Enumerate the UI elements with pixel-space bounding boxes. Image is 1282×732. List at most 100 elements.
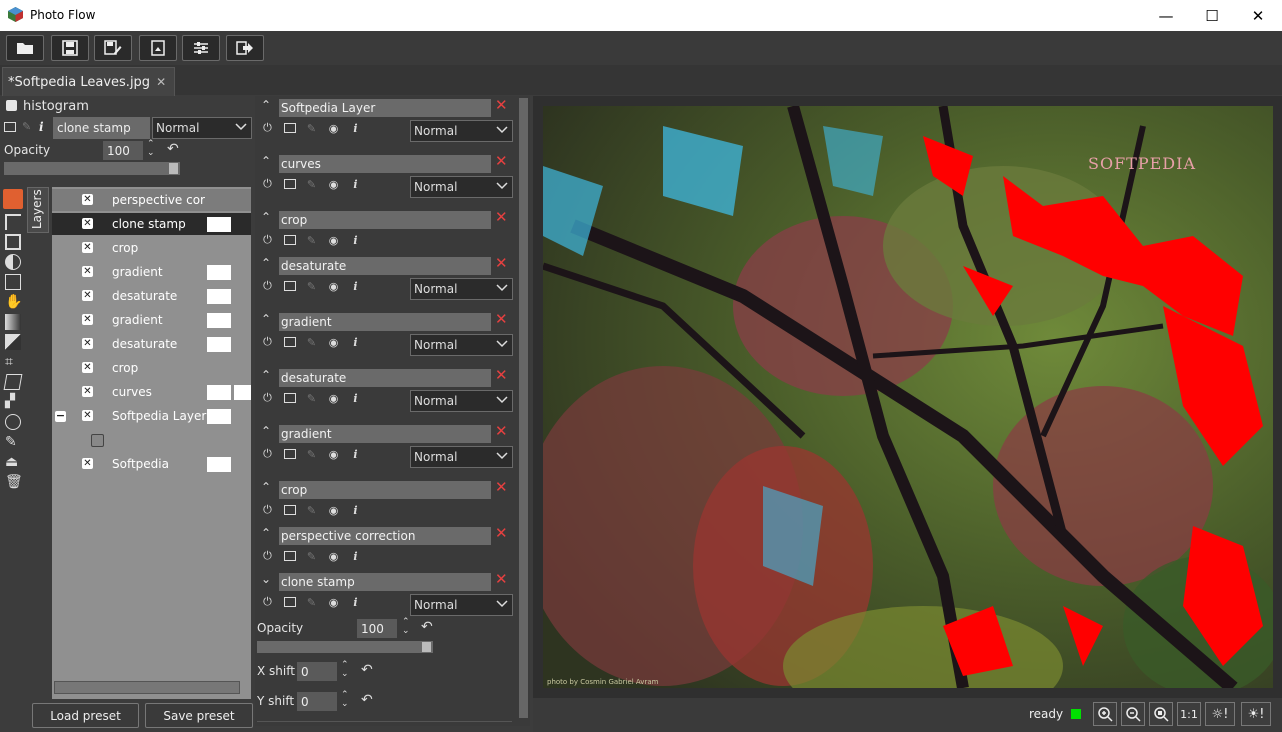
mask-icon[interactable] [283, 336, 296, 349]
visibility-toggle-icon[interactable]: ✕ [82, 458, 93, 469]
layer-settings-title[interactable]: desaturate [279, 257, 491, 275]
mask-icon[interactable] [283, 122, 296, 135]
export-button[interactable] [139, 35, 177, 61]
visibility-toggle-icon[interactable]: ✕ [82, 290, 93, 301]
maximize-button[interactable]: ☐ [1189, 0, 1235, 31]
pin-icon[interactable]: ✎ [305, 336, 318, 349]
list-item[interactable]: ✕ crop [52, 357, 251, 379]
gradient-icon[interactable] [5, 314, 21, 330]
mask-icon[interactable] [283, 504, 296, 517]
clone-opacity-slider[interactable] [257, 641, 433, 653]
mask-icon[interactable] [283, 448, 296, 461]
clone-opacity-spinner[interactable]: ⌃ ⌄ [402, 618, 410, 636]
list-item[interactable]: ✕ gradient [52, 261, 251, 283]
crop-icon[interactable]: ⌗ [5, 354, 21, 370]
power-icon[interactable]: ⏻ [261, 177, 274, 191]
image-icon[interactable] [5, 234, 21, 250]
list-item[interactable]: ✕ perspective cor [52, 189, 251, 211]
save-button[interactable] [51, 35, 89, 61]
yshift-spinner[interactable]: ⌃ ⌄ [341, 691, 349, 709]
list-item[interactable]: ✕ curves [52, 381, 251, 403]
visibility-toggle-icon[interactable]: ✕ [82, 266, 93, 277]
blend-mode-select[interactable]: Normal [410, 594, 513, 616]
layer-settings-title[interactable]: perspective correction [279, 527, 491, 545]
visibility-toggle-icon[interactable]: ✕ [82, 362, 93, 373]
info-icon[interactable]: i [349, 550, 362, 563]
color-picker-icon[interactable]: ✋ [5, 294, 22, 310]
options-icon[interactable]: ◉ [327, 122, 340, 135]
power-icon[interactable]: ⏻ [261, 279, 274, 293]
power-icon[interactable]: ⏻ [261, 391, 274, 405]
brush-icon[interactable]: ▞ [5, 394, 21, 410]
exit-button[interactable] [226, 35, 264, 61]
mask-icon[interactable] [283, 392, 296, 405]
tab-layers[interactable]: Layers [27, 187, 49, 233]
tab-close-icon[interactable]: ✕ [156, 75, 166, 89]
power-icon[interactable]: ⏻ [261, 233, 274, 247]
power-icon[interactable]: ⏻ [261, 595, 274, 609]
remove-layer-icon[interactable]: ✕ [495, 524, 508, 542]
remove-layer-icon[interactable]: ✕ [495, 208, 508, 226]
info-icon[interactable]: i [39, 120, 44, 134]
xshift-input[interactable]: 0 [297, 662, 337, 681]
info-icon[interactable]: i [349, 234, 362, 247]
contrast-icon[interactable] [5, 254, 21, 270]
pin-icon[interactable]: ✎ [305, 504, 318, 517]
trash-icon[interactable]: 🗑 [5, 474, 23, 490]
power-icon[interactable]: ⏻ [261, 447, 274, 461]
blend-mode-select[interactable]: Normal [152, 117, 252, 139]
load-preset-button[interactable]: Load preset [32, 703, 139, 728]
options-icon[interactable]: ◉ [327, 234, 340, 247]
options-icon[interactable]: ◉ [327, 392, 340, 405]
opacity-slider[interactable] [4, 162, 180, 175]
save-as-button[interactable] [94, 35, 132, 61]
options-icon[interactable]: ◉ [327, 504, 340, 517]
clone-opacity-input[interactable]: 100 [357, 619, 397, 638]
layer-settings-title[interactable]: Softpedia Layer [279, 99, 491, 117]
options-icon[interactable]: ◉ [327, 336, 340, 349]
remove-layer-icon[interactable]: ✕ [495, 152, 508, 170]
blend-mode-select[interactable]: Normal [410, 120, 513, 142]
save-preset-button[interactable]: Save preset [145, 703, 253, 728]
pin-icon[interactable]: ✎ [305, 596, 318, 609]
mask-icon[interactable] [283, 178, 296, 191]
photo-canvas[interactable]: SOFTPEDIA photo by Cosmin Gabriel Avram [523, 104, 1282, 726]
remove-layer-icon[interactable]: ✕ [495, 366, 508, 384]
info-icon[interactable]: i [349, 448, 362, 461]
opacity-input[interactable]: 100 [103, 141, 143, 160]
tab-document[interactable]: *Softpedia Leaves.jpg ✕ [2, 67, 176, 96]
visibility-toggle-icon[interactable]: ✕ [82, 218, 93, 229]
chevron-up-icon[interactable]: ⌃ [261, 424, 271, 438]
list-item[interactable]: ✕ desaturate [52, 333, 251, 355]
pin-icon[interactable]: ✎ [305, 550, 318, 563]
settings-button[interactable] [182, 35, 220, 61]
mask-icon[interactable] [283, 280, 296, 293]
list-item[interactable]: ✕ Softpedia [52, 453, 251, 475]
chevron-up-icon[interactable]: ⌃ [261, 154, 271, 168]
mask-swatch[interactable] [207, 289, 231, 304]
curves-icon[interactable] [5, 274, 21, 290]
collapse-icon[interactable]: − [55, 410, 66, 422]
pin-icon[interactable]: ✎ [305, 234, 318, 247]
opacity-slider-handle[interactable] [169, 163, 178, 174]
yshift-input[interactable]: 0 [297, 692, 337, 711]
chevron-up-icon[interactable]: ⌃ [261, 256, 271, 270]
visibility-toggle-icon[interactable]: ✕ [82, 386, 93, 397]
zoom-1to1-button[interactable]: 1:1 [1177, 702, 1201, 726]
info-icon[interactable]: i [349, 280, 362, 293]
settings-scrollbar-handle[interactable] [519, 98, 528, 718]
remove-layer-icon[interactable]: ✕ [495, 254, 508, 272]
mask-swatch[interactable] [207, 217, 231, 232]
layer-settings-title[interactable]: curves [279, 155, 491, 173]
blend-mode-select[interactable]: Normal [410, 390, 513, 412]
options-icon[interactable]: ◉ [327, 448, 340, 461]
tree-icon[interactable] [5, 214, 21, 230]
close-window-button[interactable]: ✕ [1235, 0, 1281, 31]
shadows-clipping-button[interactable]: ☼! [1205, 702, 1235, 726]
remove-layer-icon[interactable]: ✕ [495, 310, 508, 328]
chevron-up-icon[interactable]: ⌃ [261, 98, 271, 112]
info-icon[interactable]: i [349, 392, 362, 405]
remove-layer-icon[interactable]: ✕ [495, 570, 508, 588]
mask-swatch[interactable] [207, 409, 231, 424]
pin-icon[interactable]: ✎ [305, 392, 318, 405]
